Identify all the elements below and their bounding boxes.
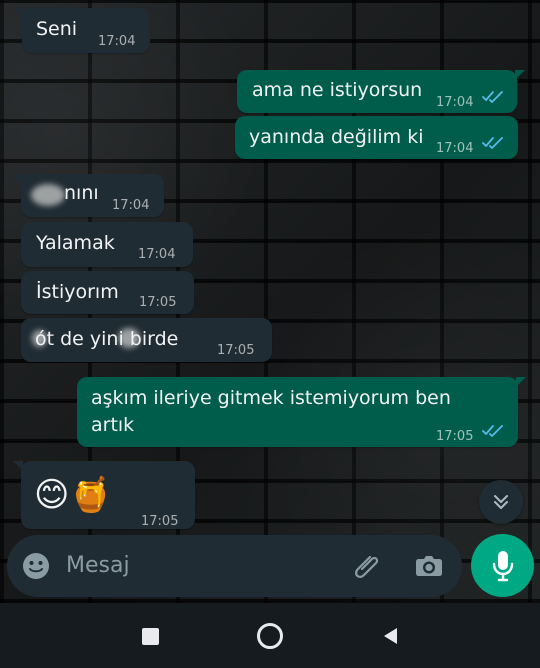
recents-button[interactable] [135,621,165,651]
emoji-message: 😊🍯 [34,475,112,515]
message-text: yanında değilim ki [249,126,424,148]
double-check-icon [482,91,503,103]
message-composer[interactable]: Mesaj [7,535,462,597]
square-icon [141,627,159,645]
chevron-double-down-icon [494,495,508,509]
message-time: 17:04 [436,141,474,156]
outgoing-message[interactable]: ama ne istiyorsun 17:04 [237,70,525,113]
outgoing-message[interactable]: yanında değilim ki 17:04 [235,116,518,159]
message-text: nını [64,182,99,204]
scroll-down-button[interactable] [479,480,523,524]
message-text: Seni [36,18,78,40]
home-button[interactable] [255,621,285,651]
message-time: 17:04 [112,198,150,213]
message-time: 17:04 [436,95,474,110]
message-time: 17:05 [139,295,177,310]
paperclip-icon[interactable] [352,549,386,583]
message-text: ama ne istiyorsun [252,79,423,101]
blurred-text [31,184,65,206]
message-text: Yalamak [36,232,115,254]
system-navigation-bar [0,603,540,668]
double-check-icon [482,137,503,149]
circle-icon [257,623,283,649]
outgoing-message[interactable]: aşkım ileriye gitmek istemiyorum ben art… [77,377,526,447]
mic-button[interactable] [471,534,534,597]
message-text: İstiyorım [36,281,119,303]
incoming-message[interactable]: İstiyorım 17:05 [21,271,194,314]
camera-icon[interactable] [413,551,445,581]
message-time: 17:05 [141,514,179,529]
message-time: 17:04 [138,247,176,262]
message-text-line-1: aşkım ileriye gitmek istemiyorum ben [91,387,451,409]
message-time: 17:05 [436,429,474,444]
emoji-icon[interactable] [21,551,51,581]
double-check-icon [482,425,503,437]
mic-icon [492,550,513,581]
message-text-line-2: artık [91,414,135,436]
incoming-message[interactable]: nını 17:04 [13,174,164,217]
incoming-message[interactable]: Seni 17:04 [14,8,150,53]
back-button[interactable] [375,621,405,651]
incoming-message[interactable]: 😊🍯 17:05 [13,461,195,529]
incoming-message[interactable]: Yalamak 17:04 [21,222,193,267]
incoming-message[interactable]: ót de yini birde 17:05 [21,318,272,362]
message-time: 17:04 [98,34,136,49]
message-text: ót de yini birde [35,328,179,350]
triangle-icon [384,628,397,644]
message-input[interactable]: Mesaj [66,553,130,578]
message-time: 17:05 [217,343,255,358]
